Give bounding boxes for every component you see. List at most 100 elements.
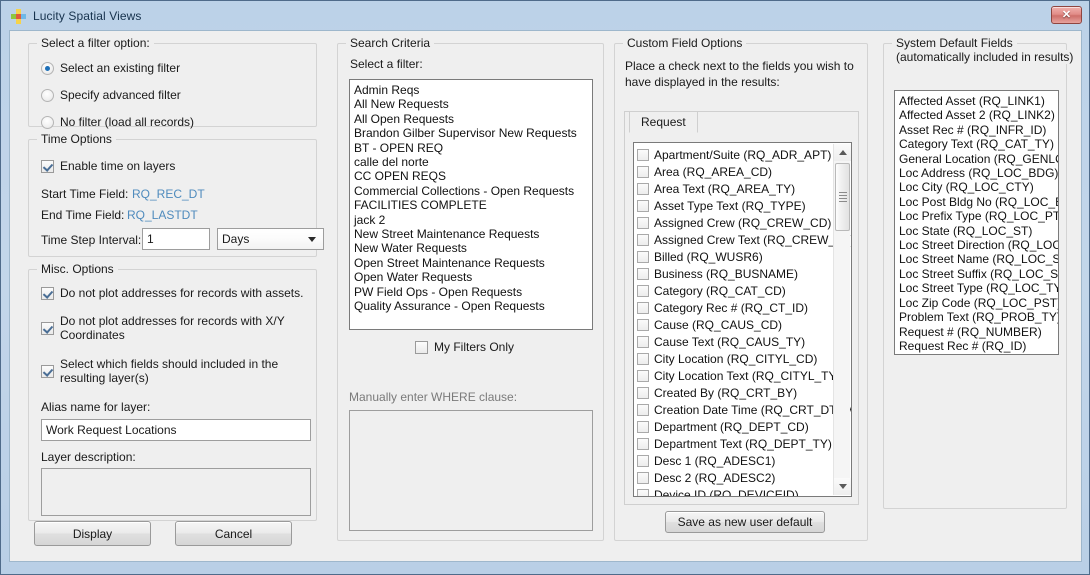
checkbox-my-filters-only[interactable]: My Filters Only [415,340,514,354]
checkbox-icon[interactable] [637,148,649,161]
checkbox-icon[interactable] [637,301,649,314]
list-item: Loc Street Suffix (RQ_LOC_SFX) [899,266,1059,281]
checkbox-icon[interactable] [637,233,649,246]
list-item[interactable]: New Water Requests [354,241,592,255]
checkbox-icon[interactable] [637,284,649,297]
checkbox-no-plot-addresses-xy[interactable]: Do not plot addresses for records with X… [41,314,303,342]
list-item[interactable]: Open Water Requests [354,270,592,284]
checklist-row[interactable]: City Location (RQ_CITYL_CD) [637,350,832,367]
scrollbar-thumb[interactable] [835,163,850,231]
cancel-button[interactable]: Cancel [175,521,292,546]
custom-fields-scrollbar[interactable] [833,144,851,495]
list-item: Status Date (RQ_STAT_DT) [899,353,1058,354]
checklist-row-label: Department (RQ_DEPT_CD) [654,419,809,434]
checkbox-icon[interactable] [637,216,649,229]
list-item: Loc Prefix Type (RQ_LOC_PT) [899,209,1059,224]
radio-specify-advanced-filter[interactable]: Specify advanced filter [41,88,181,102]
checklist-row[interactable]: Area (RQ_AREA_CD) [637,163,832,180]
display-button[interactable]: Display [34,521,151,546]
checkbox-icon[interactable] [637,267,649,280]
list-item[interactable]: PW Field Ops - Open Requests [354,285,592,299]
close-button[interactable]: ✕ [1051,6,1082,24]
checkbox-icon[interactable] [637,369,649,382]
checklist-row[interactable]: Asset Type Text (RQ_TYPE) [637,197,832,214]
list-item[interactable]: FACILITIES COMPLETE [354,198,592,212]
list-item[interactable]: Admin Reqs [354,83,592,97]
list-item[interactable]: All Open Requests [354,112,592,126]
list-item[interactable]: All New Requests [354,97,592,111]
misc-options-legend: Misc. Options [37,262,118,276]
checkbox-icon[interactable] [637,437,649,450]
checkbox-no-plot-addresses-assets[interactable]: Do not plot addresses for records with a… [41,286,306,300]
list-item[interactable]: Commercial Collections - Open Requests [354,184,592,198]
checklist-row[interactable]: Creation Date Time (RQ_CRT_DTTM) [637,401,851,418]
display-button-label: Display [72,526,113,541]
tab-request[interactable]: Request [629,111,698,133]
checkbox-icon[interactable] [637,471,649,484]
checklist-row[interactable]: Department (RQ_DEPT_CD) [637,418,832,435]
checklist-row[interactable]: Apartment/Suite (RQ_ADR_APT) [637,146,832,163]
alias-name-input[interactable] [41,419,311,441]
list-item[interactable]: calle del norte [354,155,592,169]
checkbox-icon[interactable] [637,420,649,433]
time-step-unit-select[interactable]: Days [217,228,324,250]
checkbox-label: Enable time on layers [60,159,176,173]
checklist-row-label: Created By (RQ_CRT_BY) [654,385,798,400]
checklist-row[interactable]: Assigned Crew (RQ_CREW_CD) [637,214,832,231]
custom-fields-checklist[interactable]: Apartment/Suite (RQ_ADR_APT) Area (RQ_ARE… [633,142,852,497]
checklist-row-label: Desc 1 (RQ_ADESC1) [654,453,776,468]
time-step-interval-input[interactable] [142,228,210,250]
tab-request-label: Request [641,115,686,129]
where-clause-input[interactable] [349,410,593,531]
scroll-up-arrow-icon[interactable] [834,144,851,161]
checklist-row-label: Area Text (RQ_AREA_TY) [654,181,796,196]
save-as-new-user-default-button[interactable]: Save as new user default [665,511,825,533]
checkbox-icon[interactable] [637,335,649,348]
checkbox-icon[interactable] [637,182,649,195]
checklist-row[interactable]: Desc 1 (RQ_ADESC1) [637,452,832,469]
list-item[interactable]: Open Street Maintenance Requests [354,256,592,270]
checkbox-icon[interactable] [637,318,649,331]
search-criteria-legend: Search Criteria [346,36,435,50]
checkbox-icon [415,341,428,354]
checkbox-icon[interactable] [637,488,649,496]
checklist-row[interactable]: Desc 2 (RQ_ADESC2) [637,469,832,486]
checkbox-icon[interactable] [637,165,649,178]
checklist-row[interactable]: Created By (RQ_CRT_BY) [637,384,832,401]
list-item[interactable]: Quality Assurance - Open Requests [354,299,592,313]
radio-select-existing-filter[interactable]: Select an existing filter [41,61,180,75]
filter-listbox[interactable]: Admin Reqs All New Requests All Open Reque… [349,79,593,330]
checkbox-icon[interactable] [637,403,649,416]
list-item[interactable]: New Street Maintenance Requests [354,227,592,241]
list-item[interactable]: Brandon Gilber Supervisor New Requests [354,126,592,140]
layer-description-input[interactable] [41,468,311,516]
radio-icon-selected [41,61,54,75]
checklist-row[interactable]: Category Rec # (RQ_CT_ID) [637,299,832,316]
checkbox-icon[interactable] [637,199,649,212]
list-item[interactable]: CC OPEN REQS [354,169,592,183]
checklist-row[interactable]: Device ID (RQ_DEVICEID) [637,486,832,496]
radio-no-filter[interactable]: No filter (load all records) [41,115,194,129]
checklist-row[interactable]: Area Text (RQ_AREA_TY) [637,180,832,197]
checklist-row[interactable]: Billed (RQ_WUSR6) [637,248,832,265]
checklist-row[interactable]: Department Text (RQ_DEPT_TY) [637,435,832,452]
checkbox-icon[interactable] [637,250,649,263]
checkbox-select-fields-in-layer[interactable]: Select which fields should included in t… [41,357,291,385]
checkbox-enable-time-on-layers[interactable]: Enable time on layers [41,159,175,173]
checklist-row[interactable]: City Location Text (RQ_CITYL_TY) [637,367,841,384]
checklist-row[interactable]: Cause Text (RQ_CAUS_TY) [637,333,832,350]
list-item[interactable]: BT - OPEN REQ [354,141,592,155]
checkbox-icon[interactable] [637,454,649,467]
scroll-down-arrow-icon[interactable] [834,478,851,495]
checkbox-icon[interactable] [637,386,649,399]
checklist-row[interactable]: Cause (RQ_CAUS_CD) [637,316,832,333]
search-criteria-group: Search Criteria Select a filter: Admin R… [337,36,604,541]
checklist-row[interactable]: Category (RQ_CAT_CD) [637,282,832,299]
checkbox-icon[interactable] [637,352,649,365]
system-default-fields-listbox: Affected Asset (RQ_LINK1) Affected Asset … [894,90,1059,355]
checklist-row[interactable]: Assigned Crew Text (RQ_CREW_TY) [637,231,851,248]
list-item[interactable]: jack 2 [354,213,592,227]
radio-label: No filter (load all records) [60,115,195,129]
checklist-row-label: Business (RQ_BUSNAME) [654,266,799,281]
checklist-row[interactable]: Business (RQ_BUSNAME) [637,265,832,282]
